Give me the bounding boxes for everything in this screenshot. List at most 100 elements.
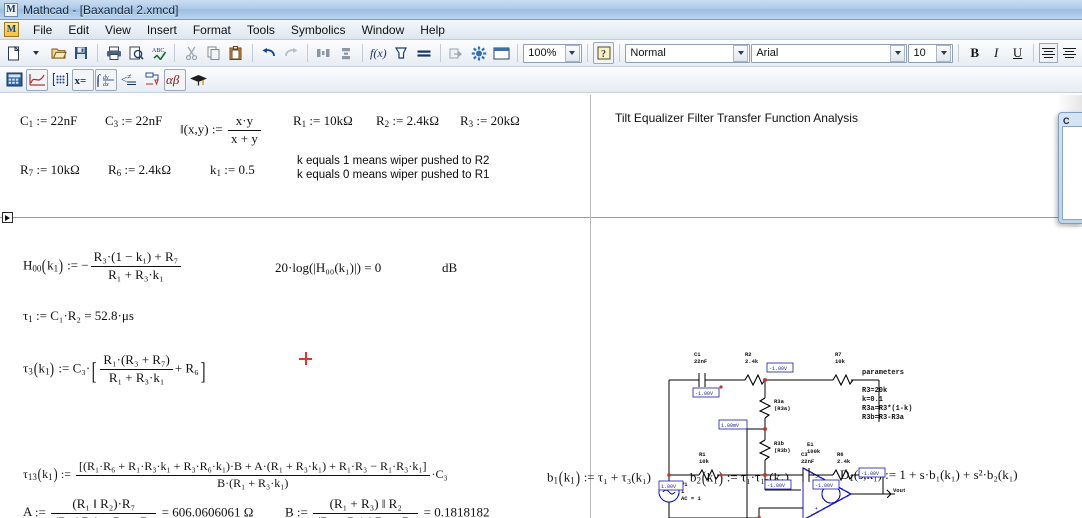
equation-a[interactable]: A := (R₁ ‖ R₂)·R₇(R₁ ‖ R₂) + R₃ + R₇ = 6… bbox=[23, 496, 253, 518]
insert-unit-button[interactable] bbox=[391, 42, 413, 64]
floating-window[interactable]: C bbox=[1058, 112, 1082, 224]
svg-text:-1.00V: -1.00V bbox=[695, 391, 713, 397]
undo-button[interactable] bbox=[258, 42, 280, 64]
menu-insert[interactable]: Insert bbox=[139, 21, 185, 39]
area-collapse-marker[interactable] bbox=[2, 212, 13, 223]
svg-text:Vout: Vout bbox=[893, 487, 905, 494]
equation-db-evaluation[interactable]: 20·log(|H₀₀(k₁)|) = 0 bbox=[275, 260, 382, 276]
copy-button[interactable] bbox=[203, 42, 225, 64]
calculator-palette-button[interactable] bbox=[3, 69, 25, 91]
horizontal-area-divider bbox=[0, 217, 590, 218]
underline-button[interactable]: U bbox=[1007, 43, 1027, 63]
math-toolbar: x= ∫ dy dx < ≠ αβ bbox=[0, 67, 1082, 93]
menu-tools[interactable]: Tools bbox=[239, 21, 283, 39]
menu-bar: M File Edit View Insert Format Tools Sym… bbox=[0, 20, 1082, 40]
standard-toolbar: ABC f(x) 100% ? Normal Arial 10 B I U bbox=[0, 40, 1082, 67]
style-combo[interactable]: Normal bbox=[625, 43, 751, 63]
menu-file[interactable]: File bbox=[25, 21, 60, 39]
calculate-button[interactable] bbox=[413, 42, 435, 64]
definition-c1[interactable]: C1 := 22nF bbox=[20, 113, 77, 129]
equation-b[interactable]: B := (R₁ + R₃) ‖ R₂(R₁ + R₃) ‖ R₂ + R₇ =… bbox=[285, 496, 490, 518]
help-button[interactable]: ? bbox=[592, 42, 615, 64]
circuit-schematic-image[interactable]: C1 22nF R2 2.4k R7 10k R3a (R3a) R3b (R3b) R1… bbox=[655, 330, 905, 518]
svg-text:αβ: αβ bbox=[166, 72, 180, 87]
check-spelling-button[interactable]: ABC bbox=[148, 42, 170, 64]
menu-window[interactable]: Window bbox=[354, 21, 413, 39]
svg-text:R3b: R3b bbox=[774, 440, 785, 447]
italic-button[interactable]: I bbox=[986, 43, 1006, 63]
equation-tau1[interactable]: τ1 := C₁·R₂ = 52.8·μs bbox=[23, 308, 134, 324]
equation-tau13[interactable]: τ13(k1) := [(R₁·R₆ + R₁·R₃·k₁ + R₃·R₆·k₁… bbox=[23, 459, 448, 491]
h00-sign: − bbox=[81, 257, 89, 273]
svg-text:10k: 10k bbox=[835, 358, 846, 365]
floating-window-title: C bbox=[1063, 116, 1070, 126]
chevron-down-icon[interactable] bbox=[936, 44, 952, 62]
insert-function-button[interactable]: f(x) bbox=[368, 42, 390, 64]
chevron-down-icon[interactable] bbox=[890, 44, 906, 62]
schematic-parameters-text: parameters R3=20k k=0.1 R3a=R3*(1-k) R3b… bbox=[862, 369, 913, 422]
font-combo[interactable]: Arial bbox=[751, 43, 908, 63]
definition-r3[interactable]: R3 := 20kΩ bbox=[460, 113, 520, 129]
definition-r7[interactable]: R7 := 10kΩ bbox=[20, 162, 80, 178]
definition-r1[interactable]: R1 := 10kΩ bbox=[293, 113, 353, 129]
calculus-palette-button[interactable]: ∫ dy dx bbox=[95, 68, 117, 91]
new-document-dropdown[interactable] bbox=[26, 42, 48, 64]
bold-button[interactable]: B bbox=[964, 43, 984, 63]
graph-palette-button[interactable] bbox=[26, 68, 48, 91]
paste-button[interactable] bbox=[225, 42, 247, 64]
greek-palette-button[interactable]: αβ bbox=[164, 68, 186, 91]
page-title[interactable]: Tilt Equalizer Filter Transfer Function … bbox=[615, 111, 858, 125]
matrix-palette-button[interactable] bbox=[49, 69, 71, 91]
print-button[interactable] bbox=[103, 42, 125, 64]
db-unit-label[interactable]: dB bbox=[442, 260, 457, 276]
boolean-palette-button[interactable]: < ≠ bbox=[118, 69, 140, 91]
svg-text:2.4k: 2.4k bbox=[745, 358, 759, 365]
programming-palette-button[interactable] bbox=[141, 69, 163, 91]
insert-component-button[interactable] bbox=[468, 42, 490, 64]
worksheet-canvas[interactable]: C1 := 22nF C3 := 22nF ‖(x,y) := x·y x + y… bbox=[0, 95, 1082, 518]
tau1-result: 52.8·μs bbox=[94, 308, 134, 323]
svg-text:dx: dx bbox=[103, 82, 109, 87]
evaluation-palette-button[interactable]: x= bbox=[72, 68, 94, 91]
db-expression: 20·log(|H₀₀(k₁)|) = 0 bbox=[275, 260, 382, 275]
menu-view[interactable]: View bbox=[97, 21, 139, 39]
definition-k1[interactable]: k1 := 0.5 bbox=[210, 162, 255, 178]
menu-help[interactable]: Help bbox=[412, 21, 453, 39]
svg-text:≠: ≠ bbox=[127, 72, 132, 81]
font-size-combo[interactable]: 10 bbox=[908, 43, 954, 63]
b-numerator: (R₁ + R₃) ‖ R₂ bbox=[329, 496, 402, 511]
chevron-down-icon[interactable] bbox=[733, 44, 749, 62]
redo-button[interactable] bbox=[280, 42, 302, 64]
zoom-combo[interactable]: 100% bbox=[523, 43, 582, 63]
definition-r6[interactable]: R6 := 2.4kΩ bbox=[108, 162, 171, 178]
definition-c3[interactable]: C3 := 22nF bbox=[105, 113, 162, 129]
open-button[interactable] bbox=[48, 42, 70, 64]
menu-format[interactable]: Format bbox=[185, 21, 239, 39]
floating-window-body[interactable] bbox=[1062, 126, 1082, 220]
equation-b1[interactable]: b1(k1) := τ₁ + τ₃(k₁) bbox=[547, 468, 651, 488]
save-button[interactable] bbox=[71, 42, 93, 64]
document-icon[interactable]: M bbox=[4, 22, 19, 37]
h00-numerator: R₃·(1 − k₁) + R₇ bbox=[93, 249, 179, 264]
print-preview-button[interactable] bbox=[125, 42, 147, 64]
chevron-down-icon[interactable] bbox=[564, 44, 580, 62]
cut-button[interactable] bbox=[180, 42, 202, 64]
equation-tau3[interactable]: τ3(k1) := C₃·[R₁·(R₃ + R₇) R₁ + R₃·k₁ + R₆… bbox=[23, 352, 207, 386]
wiper-note-text[interactable]: k equals 1 means wiper pushed to R2 k eq… bbox=[297, 154, 489, 182]
align-down-button[interactable] bbox=[335, 42, 357, 64]
definition-r2[interactable]: R2 := 2.4kΩ bbox=[376, 113, 439, 129]
menu-symbolics[interactable]: Symbolics bbox=[283, 21, 354, 39]
svg-text:ABC: ABC bbox=[152, 48, 164, 54]
align-left-button[interactable] bbox=[1038, 43, 1059, 63]
menu-edit[interactable]: Edit bbox=[60, 21, 97, 39]
align-across-button[interactable] bbox=[313, 42, 335, 64]
definition-parallel-operator[interactable]: ‖(x,y) := x·y x + y bbox=[180, 113, 263, 147]
crosshair-cursor bbox=[299, 352, 312, 365]
insert-hyperlink-button[interactable] bbox=[446, 42, 468, 64]
align-center-button[interactable] bbox=[1059, 43, 1079, 63]
insert-area-button[interactable] bbox=[491, 42, 513, 64]
equation-h00[interactable]: H00(k1) := − R₃·(1 − k₁) + R₇ R₁ + R₃·k₁ bbox=[23, 249, 183, 283]
font-size-value: 10 bbox=[913, 47, 926, 59]
new-document-button[interactable] bbox=[3, 42, 25, 64]
symbolic-palette-button[interactable] bbox=[187, 69, 209, 91]
